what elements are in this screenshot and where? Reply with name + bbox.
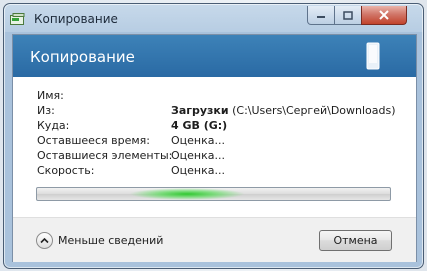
fewer-details-label: Меньше сведений: [58, 233, 164, 247]
maximize-icon: [343, 10, 353, 20]
items-left-row: Оставшиеся элементы: Оценка...: [37, 149, 407, 164]
to-drive-name: 4 GB (G:): [171, 119, 228, 132]
from-label: Из:: [37, 104, 55, 117]
to-value: 4 GB (G:): [171, 119, 227, 132]
minimize-icon: [316, 11, 326, 19]
window-title: Копирование: [34, 12, 118, 26]
name-label: Имя:: [37, 89, 64, 102]
title-bar[interactable]: Копирование: [4, 4, 423, 34]
chevron-up-icon: [36, 231, 53, 249]
dialog-footer: Меньше сведений Отмена: [13, 217, 416, 262]
progress-marquee-glow: [129, 188, 245, 200]
copy-progress-bar: [36, 187, 391, 201]
copy-info: Имя: Из: Загрузки (C:\Users\Сергей\Downl…: [37, 89, 407, 179]
header-title: Копирование: [30, 48, 135, 66]
from-row: Из: Загрузки (C:\Users\Сергей\Downloads): [37, 104, 407, 119]
copy-progress-icon: [10, 12, 26, 26]
cancel-button[interactable]: Отмена: [319, 230, 392, 251]
to-row: Куда: 4 GB (G:): [37, 119, 407, 134]
items-left-value: Оценка...: [171, 149, 225, 162]
items-left-label: Оставшиеся элементы:: [37, 149, 173, 162]
name-row: Имя:: [37, 89, 407, 104]
drive-icon: [366, 42, 380, 70]
from-value: Загрузки (C:\Users\Сергей\Downloads): [171, 104, 396, 117]
time-left-label: Оставшееся время:: [37, 134, 150, 147]
copy-dialog-window: Копирование Копирование Имя: Из: Загрузк…: [3, 3, 424, 269]
time-left-value: Оценка...: [171, 134, 225, 147]
dialog-client-area: Копирование Имя: Из: Загрузки (C:\Users\…: [12, 34, 417, 262]
fewer-details-toggle[interactable]: Меньше сведений: [36, 230, 163, 250]
header-band: Копирование: [13, 35, 416, 77]
close-button[interactable]: [361, 6, 407, 25]
minimize-button[interactable]: [307, 6, 335, 25]
from-folder-path: (C:\Users\Сергей\Downloads): [232, 104, 396, 117]
to-label: Куда:: [37, 119, 70, 132]
close-icon: [379, 10, 389, 20]
time-left-row: Оставшееся время: Оценка...: [37, 134, 407, 149]
maximize-button[interactable]: [334, 6, 362, 25]
speed-row: Скорость: Оценка...: [37, 164, 407, 179]
speed-label: Скорость:: [37, 164, 95, 177]
speed-value: Оценка...: [171, 164, 225, 177]
from-folder-name: Загрузки: [171, 104, 229, 117]
